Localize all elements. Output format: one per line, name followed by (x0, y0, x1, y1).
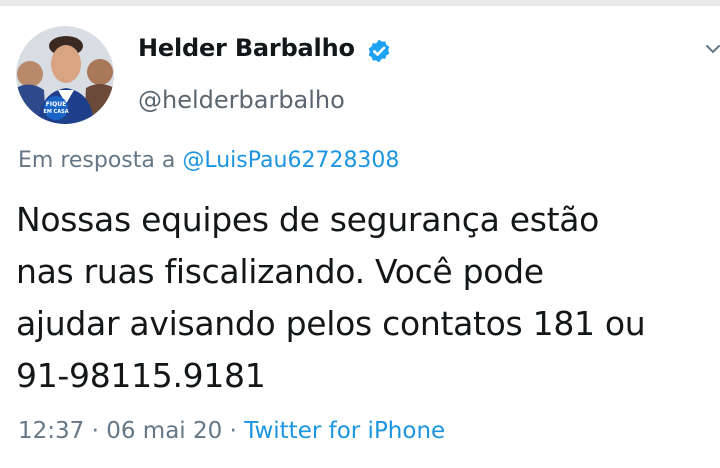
tweet-text-line: ajudar avisando pelos contatos 181 ou (16, 304, 646, 343)
meta-separator: · (84, 418, 107, 444)
tweet-text-line: nas ruas fiscalizando. Você pode (16, 252, 544, 291)
reply-prefix: Em resposta a (18, 148, 176, 173)
tweet-text-line: 91-98115.9181 (16, 356, 266, 395)
avatar-image: FIQUE EM CASA (16, 26, 114, 124)
svg-text:FIQUE: FIQUE (46, 101, 66, 108)
chevron-down-icon[interactable] (706, 42, 720, 56)
reply-mention-link[interactable]: @LuisPau62728308 (182, 148, 399, 173)
reply-context: Em resposta a @LuisPau62728308 (18, 148, 399, 173)
top-strip (0, 0, 720, 6)
tweet-source-link[interactable]: Twitter for iPhone (244, 418, 445, 444)
tweet-time[interactable]: 12:37 (18, 418, 84, 444)
svg-text:EM CASA: EM CASA (43, 109, 68, 115)
tweet-date[interactable]: 06 mai 20 (106, 418, 222, 444)
tweet-meta: 12:37 · 06 mai 20 · Twitter for iPhone (18, 418, 445, 444)
tweet-text: Nossas equipes de segurança estão nas ru… (16, 194, 720, 402)
verified-badge-icon (368, 39, 390, 63)
tweet-text-line: Nossas equipes de segurança estão (16, 200, 600, 239)
meta-separator: · (222, 418, 245, 444)
author-handle[interactable]: @helderbarbalho (138, 86, 345, 114)
avatar[interactable]: FIQUE EM CASA (16, 26, 114, 124)
author-display-name[interactable]: Helder Barbalho (138, 34, 355, 62)
